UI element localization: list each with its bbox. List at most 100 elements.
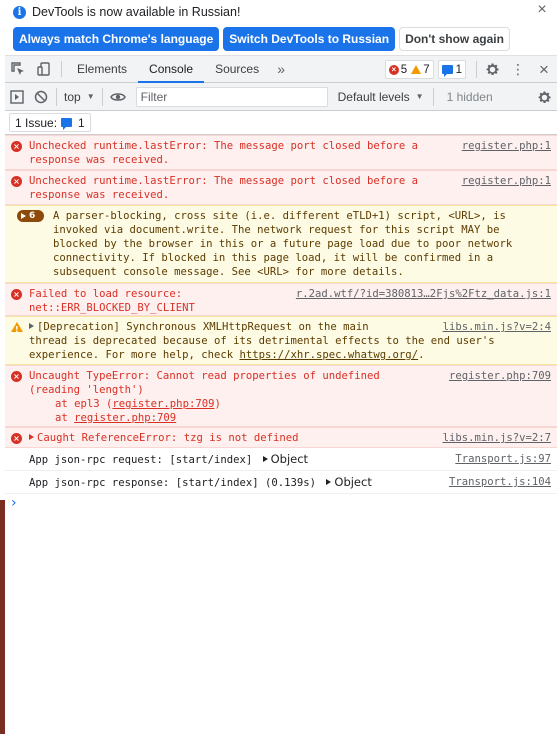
more-options-icon[interactable]: ⋮ [505,61,531,78]
warning-icon [11,322,23,337]
message-text: [Deprecation] Synchronous XMLHttpRequest… [37,321,369,333]
message-icon [441,65,453,77]
tab-elements[interactable]: Elements [66,56,138,82]
console-message-error: × Unchecked runtime.lastError: The messa… [5,135,557,170]
chevron-down-icon: ▼ [415,92,424,101]
device-toolbar-icon[interactable] [31,56,57,82]
expand-icon [21,213,26,219]
log-levels-dropdown[interactable]: Default levels ▼ [332,83,430,111]
console-message-log: App json-rpc request: [start/index] Obje… [5,448,557,471]
message-text: connectivity. If blocked in this page lo… [53,252,494,264]
error-warning-counter[interactable]: × 5 7 [384,60,434,79]
language-infobar: i DevTools is now available in Russian! … [5,0,557,56]
console-message-error: × Caught ReferenceError: tzg is not defi… [5,427,557,448]
message-text: thread is deprecated because of its detr… [29,335,495,347]
stack-frame: at epl3 (register.php:709) [29,397,551,411]
tab-console[interactable]: Console [138,56,205,83]
error-icon: × [11,141,22,152]
eye-icon[interactable] [106,83,130,111]
console-messages: × Unchecked runtime.lastError: The messa… [5,135,557,516]
stack-frame: at register.php:709 [29,411,551,425]
hidden-count: 1 hidden [446,89,493,104]
message-text: App json-rpc response: [start/index] (0.… [29,477,323,489]
console-message-error: × Unchecked runtime.lastError: The messa… [5,170,557,205]
console-message-log: App json-rpc response: [start/index] (0.… [5,471,557,494]
message-text: subsequent console message. See <URL> fo… [53,266,404,278]
close-icon[interactable]: × [535,2,549,18]
error-count: 5 [400,63,408,76]
message-text: invoked via document.write. The network … [53,224,500,236]
gear-icon[interactable] [479,62,505,77]
divider [61,61,62,77]
message-text: . [418,349,425,361]
object-preview[interactable]: Object [334,475,371,489]
message-text: net::ERR_BLOCKED_BY_CLIENT [29,302,195,314]
stack-link[interactable]: register.php:709 [74,412,176,424]
warning-icon [411,65,422,74]
context-value: top [64,89,81,104]
source-link[interactable]: libs.min.js?v=2:4 [443,320,551,334]
stack-link[interactable]: register.php:709 [112,398,214,410]
message-text: experience. For more help, check [29,349,240,361]
message-text: (reading 'length') [29,384,144,396]
stack-text: at epl3 ( [55,398,113,410]
message-text: Caught ReferenceError: tzg is not define… [37,432,299,444]
source-link[interactable]: Transport.js:104 [449,475,551,489]
chevron-down-icon: ▼ [86,92,95,101]
error-icon: × [11,371,22,382]
repeat-count-badge[interactable]: 6 [17,210,44,222]
message-text: response was received. [29,189,170,201]
divider [101,87,103,106]
source-link[interactable]: register.php:1 [462,174,551,188]
inspect-element-icon[interactable] [5,56,31,82]
console-toolbar: top ▼ Default levels ▼ 1 hidden [5,83,557,111]
message-icon [61,118,73,130]
context-selector[interactable]: top ▼ [60,83,99,111]
expand-icon[interactable] [326,479,332,485]
help-link[interactable]: https://xhr.spec.whatwg.org/ [239,349,418,361]
message-text: App json-rpc request: [start/index] [29,454,259,466]
divider [432,87,434,106]
message-text: response was received. [29,154,170,166]
main-tabbar: Elements Console Sources » × 5 7 1 ⋮ × [5,56,557,83]
error-icon: × [11,289,22,300]
dont-show-again-button[interactable]: Don't show again [399,27,510,51]
filter-input[interactable] [135,86,328,107]
source-link[interactable]: register.php:709 [449,369,551,383]
error-icon: × [11,176,22,187]
error-icon: × [388,64,399,75]
close-devtools-icon[interactable]: × [531,60,557,80]
log-levels-value: Default levels [337,89,410,104]
clear-console-icon[interactable] [29,83,53,111]
console-message-error: × Failed to load resource: net::ERR_BLOC… [5,283,557,316]
more-tabs-icon[interactable]: » [270,56,292,82]
sidebar-toggle-icon[interactable] [5,83,29,111]
object-preview[interactable]: Object [271,452,308,466]
source-link[interactable]: libs.min.js?v=2:7 [443,431,551,445]
divider [476,61,477,78]
error-icon: × [11,433,22,444]
issues-counter[interactable]: 1 [437,60,466,79]
source-link[interactable]: Transport.js:97 [455,452,551,466]
switch-to-russian-button[interactable]: Switch DevTools to Russian [223,27,396,51]
message-text: blocked by the browser in this or a futu… [53,238,513,250]
issues-button[interactable]: 1 Issue: 1 [9,113,91,132]
console-prompt[interactable]: › [5,494,557,516]
console-message-warning: [Deprecation] Synchronous XMLHttpRequest… [5,316,557,365]
tab-sources[interactable]: Sources [204,56,270,82]
issues-count: 1 [78,115,85,130]
expand-icon[interactable] [262,456,268,462]
expand-icon[interactable] [29,323,34,329]
console-message-error: × Uncaught TypeError: Cannot read proper… [5,365,557,427]
stack-text: at [55,412,75,424]
devtools-panel: i DevTools is now available in Russian! … [5,0,557,734]
issues-label: 1 Issue: [15,115,58,130]
warning-count: 7 [423,63,430,76]
expand-icon[interactable] [29,434,34,440]
source-link[interactable]: register.php:1 [462,139,551,153]
source-link[interactable]: r.2ad.wtf/?id=380813…2Fjs%2Ftz_data.js:1 [296,287,551,301]
message-count: 1 [455,63,462,76]
always-match-language-button[interactable]: Always match Chrome's language [13,27,220,51]
divider [56,87,57,106]
console-settings-icon[interactable] [535,88,553,106]
